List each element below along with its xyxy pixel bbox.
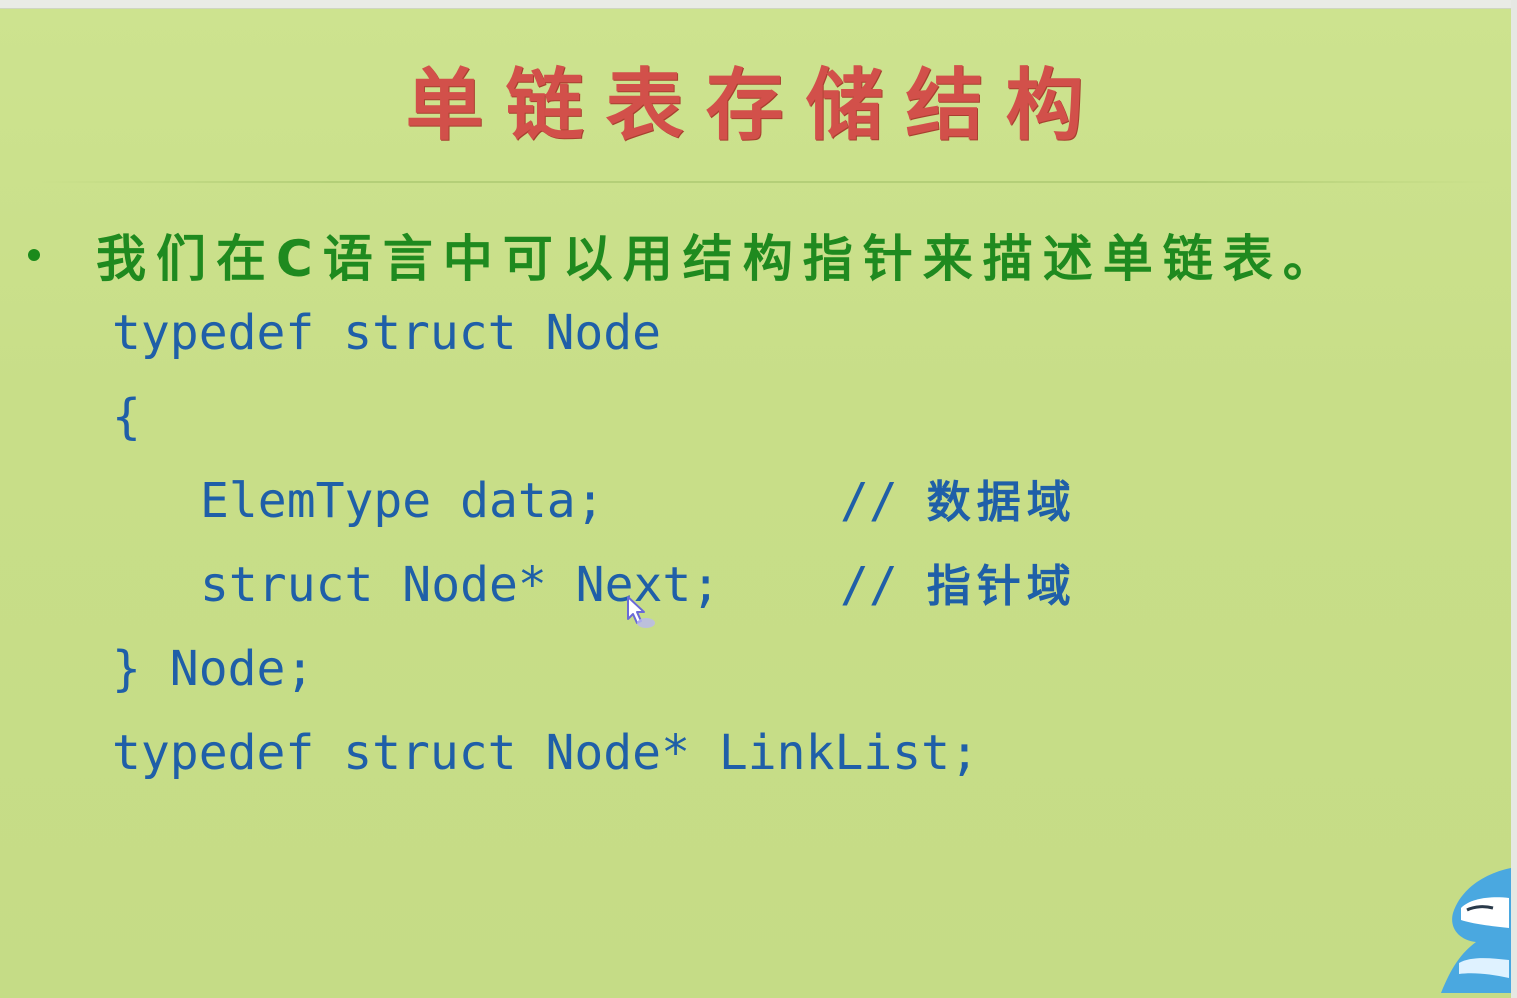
code-line-typedef-struct: typedef struct Node xyxy=(112,305,662,361)
code-line-typedef-linklist: typedef struct Node* LinkList; xyxy=(112,725,979,781)
comment-slashes: // xyxy=(840,473,898,529)
code-line-data-field: ElemType data; xyxy=(200,477,605,525)
window-right-edge xyxy=(1511,0,1517,998)
shark-mascot-icon xyxy=(1441,868,1511,993)
bullet-item: 我们在C语言中可以用结构指针来描述单链表。 xyxy=(28,219,1343,291)
bullet-text: 我们在C语言中可以用结构指针来描述单链表。 xyxy=(96,230,1343,288)
bullet-dot-icon xyxy=(28,249,40,261)
title-divider xyxy=(40,181,1490,183)
code-line-open-brace: { xyxy=(112,389,141,445)
code-line-close-brace: } Node; xyxy=(112,641,315,697)
slide-title: 单链表存储结构 xyxy=(405,60,1106,151)
code-comment-next: // 指针域 xyxy=(840,561,1077,609)
slide: 单链表存储结构 我们在C语言中可以用结构指针来描述单链表。 typedef st… xyxy=(0,9,1511,998)
comment-slashes: // xyxy=(840,557,898,613)
window-top-edge xyxy=(0,0,1517,9)
comment-text-data-field: 数据域 xyxy=(926,477,1077,528)
code-data-declaration: ElemType data; xyxy=(200,473,605,529)
comment-text-pointer-field: 指针域 xyxy=(926,561,1077,612)
hand-pointer-icon xyxy=(627,596,655,628)
code-comment-data: // 数据域 xyxy=(840,477,1077,525)
